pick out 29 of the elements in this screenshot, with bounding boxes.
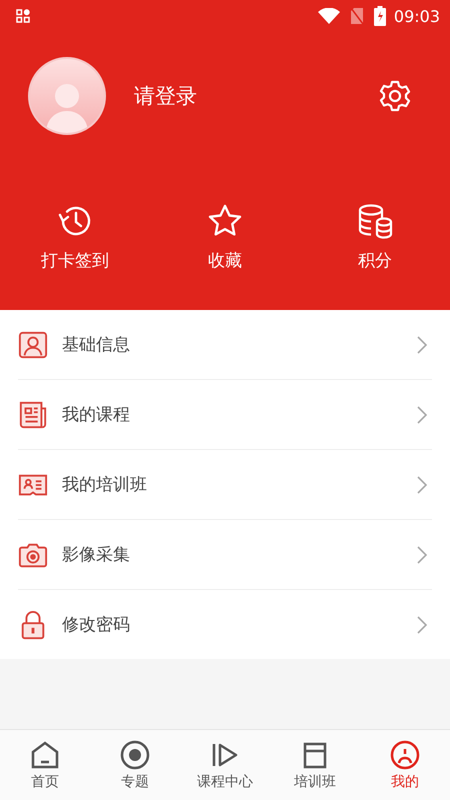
nav-tab[interactable]: 培训班 [270,730,360,800]
radio-icon [120,740,150,770]
document-icon [18,400,48,430]
clock-time: 09:03 [394,6,440,26]
action-label[interactable]: 积分 [358,249,392,272]
nav-tab[interactable]: 课程中心 [180,730,270,800]
chevron-right-icon [416,404,428,424]
apps-icon [16,9,30,23]
menu-item[interactable]: 我的培训班 [62,473,416,496]
action-label[interactable]: 打卡签到 [41,249,109,272]
menu-item[interactable]: 修改密码 [62,613,416,636]
menu-item[interactable]: 我的课程 [62,403,416,426]
nav-tab[interactable]: 专题 [90,730,180,800]
profile-icon [18,330,48,360]
action-label[interactable]: 收藏 [208,249,242,272]
wifi-icon [318,8,340,24]
settings-icon[interactable] [378,79,412,113]
no-sim-icon [350,7,364,25]
menu-item[interactable]: 影像采集 [62,543,416,566]
chevron-right-icon [416,474,428,494]
chevron-right-icon [416,334,428,354]
chevron-right-icon [416,544,428,564]
login-prompt[interactable]: 请登录 [134,82,378,110]
home-icon [30,740,60,770]
chevron-right-icon [416,614,428,634]
nav-tab[interactable]: 首页 [0,730,90,800]
menu-item[interactable]: 基础信息 [62,333,416,356]
battery-charging-icon [374,6,386,26]
nav-tab[interactable]: 我的 [360,730,450,800]
